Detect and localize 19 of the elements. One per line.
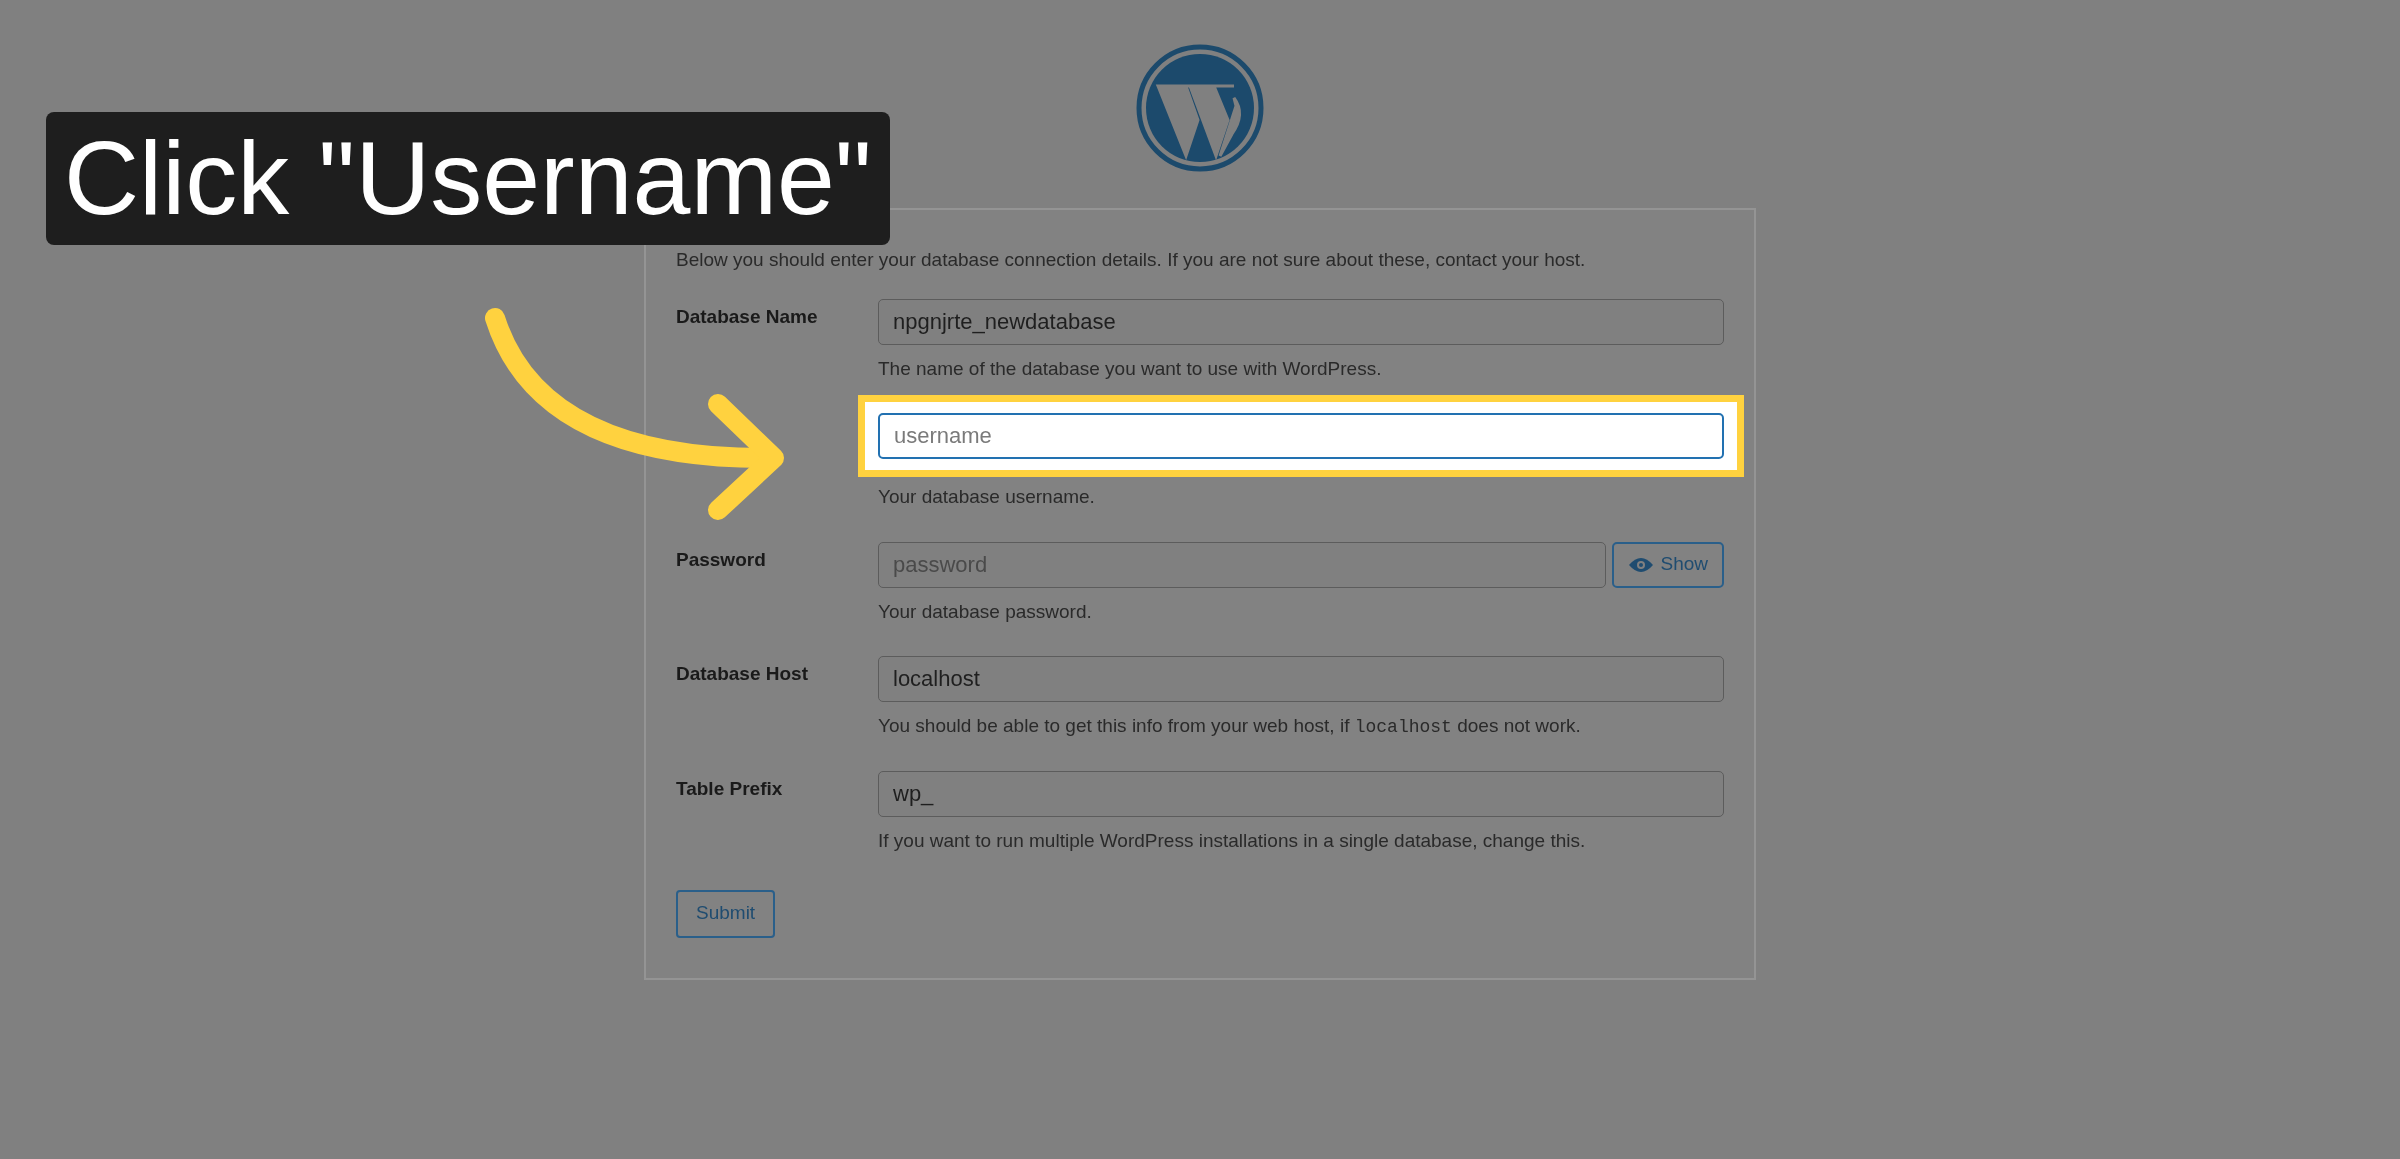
intro-text: Below you should enter your database connection details. If you are not sure about these, contact your host.	[676, 248, 1587, 272]
help-text: If you want to run multiple WordPress installations in a single database, change this.	[878, 829, 1587, 853]
help-text: Your database username.	[878, 485, 1096, 509]
show-password-button[interactable]: Show	[1612, 541, 1724, 588]
text-field[interactable]: localhost	[878, 656, 1724, 702]
text-field[interactable]: npgnjrte_newdatabase	[878, 298, 1724, 345]
username-field[interactable]: username	[878, 413, 1724, 459]
help-text: Your database password.	[878, 599, 1093, 624]
wordpress-logo-icon	[1136, 44, 1264, 172]
eye-icon	[1628, 556, 1655, 573]
submit-button[interactable]: Submit	[676, 889, 776, 938]
field-label: Database Name	[676, 305, 818, 327]
help-text: You should be able to get this info from your web host, if localhost does not work.	[878, 714, 1582, 739]
field-label: Table Prefix	[676, 778, 783, 799]
field-label: Password	[676, 548, 766, 570]
instruction-caption: Click "Username"	[46, 112, 890, 245]
text-field[interactable]: wp_	[878, 771, 1724, 817]
help-text: The name of the database you want to use with WordPress.	[878, 356, 1383, 381]
field-label: Database Host	[676, 663, 808, 684]
